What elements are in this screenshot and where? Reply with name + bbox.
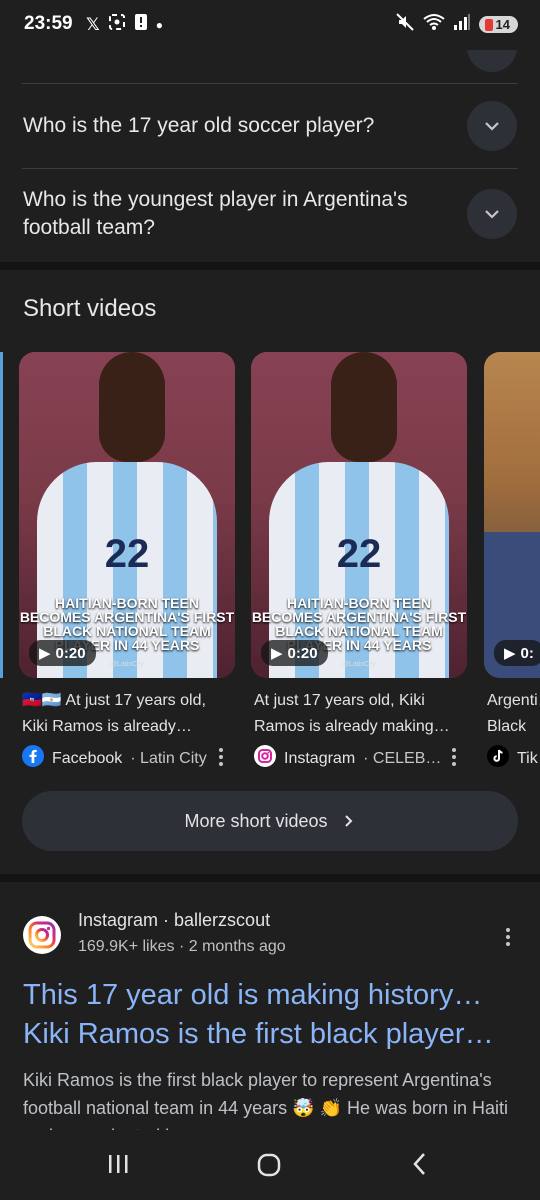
faq-item[interactable]: Who is the 17 year old soccer player? <box>0 84 540 168</box>
chevron-down-icon <box>485 122 499 131</box>
facebook-icon <box>22 745 44 772</box>
video-thumbnail[interactable]: 22 HAITIAN-BORN TEEN BECOMES ARGENTINA'S… <box>19 352 235 678</box>
faq-item[interactable]: Who is the youngest player in Argentina'… <box>0 169 540 259</box>
home-icon <box>257 1153 281 1177</box>
expand-button[interactable] <box>467 189 517 239</box>
battery-level: 14 <box>495 17 510 32</box>
more-options-icon[interactable] <box>505 928 511 946</box>
source-name: Facebook <box>52 749 123 767</box>
duration: 0: <box>520 644 534 662</box>
play-icon: ▶ <box>504 645 516 662</box>
tiktok-icon <box>487 745 509 772</box>
faq-question: Who is the 17 year old soccer player? <box>23 114 375 137</box>
battery-icon: 14 <box>478 16 518 33</box>
video-title[interactable]: At just 17 years old, Kiki Ramos is alre… <box>254 688 464 742</box>
result-source[interactable]: Instagram · ballerzscout <box>78 910 270 931</box>
source-account: · Latin City <box>130 749 207 767</box>
instagram-icon <box>23 916 61 954</box>
x-icon: 𝕏 <box>86 14 100 34</box>
mute-icon <box>395 12 415 37</box>
section-separator <box>0 262 540 270</box>
alert-icon <box>134 13 148 36</box>
duration-badge: ▶ 0:20 <box>261 640 328 666</box>
video-thumbnail[interactable]: 22 HAITIAN-BORN TEEN BECOMES ARGENTINA'S… <box>251 352 467 678</box>
expand-button[interactable] <box>467 101 517 151</box>
home-button[interactable] <box>256 1152 282 1183</box>
source-name: Tik <box>517 749 538 767</box>
more-button-label: More short videos <box>184 810 328 831</box>
recent-apps-button[interactable] <box>106 1152 130 1181</box>
duration: 0:20 <box>55 644 86 662</box>
status-bar: 23:59 𝕏 ● 14 <box>0 0 540 50</box>
video-thumbnail[interactable]: ▶ 0: <box>484 352 540 678</box>
chevron-right-icon <box>344 815 352 827</box>
signal-icon <box>453 13 471 36</box>
section-separator <box>0 874 540 882</box>
duration-badge: ▶ 0: <box>494 640 540 666</box>
screenshot-icon <box>108 13 126 36</box>
source-account: · CELEB… <box>363 749 442 767</box>
result-title-link[interactable]: This 17 year old is making history… Kiki… <box>23 976 523 1054</box>
back-button[interactable] <box>408 1152 432 1181</box>
more-options-icon[interactable] <box>451 748 457 766</box>
play-icon: ▶ <box>271 645 283 662</box>
jersey-number: 22 <box>104 532 150 576</box>
section-title: Short videos <box>23 295 157 322</box>
video-source: Instagram · CELEB… <box>254 745 441 772</box>
chevron-down-icon <box>485 210 499 219</box>
previous-card-edge[interactable] <box>0 352 3 678</box>
back-icon <box>413 1153 425 1175</box>
duration: 0:20 <box>287 644 318 662</box>
recent-apps-icon <box>109 1155 128 1173</box>
video-title[interactable]: Argenti… Black p… <box>487 688 540 742</box>
instagram-icon <box>254 745 276 772</box>
video-title[interactable]: 🇭🇹🇦🇷 At just 17 years old, Kiki Ramos is… <box>22 688 232 742</box>
navigation-bar <box>0 1130 540 1200</box>
jersey-number: 22 <box>336 532 382 576</box>
more-short-videos-button[interactable]: More short videos <box>22 791 518 851</box>
duration-badge: ▶ 0:20 <box>29 640 96 666</box>
video-source: Facebook · Latin City <box>22 745 207 772</box>
faq-question: Who is the youngest player in Argentina'… <box>23 188 408 239</box>
source-name: Instagram <box>284 749 356 767</box>
status-time: 23:59 <box>24 13 73 34</box>
wifi-icon <box>422 13 445 36</box>
result-snippet: Kiki Ramos is the first black player to … <box>23 1070 509 1132</box>
dot-icon: ● <box>155 17 163 32</box>
play-icon: ▶ <box>39 645 51 662</box>
more-options-icon[interactable] <box>218 748 224 766</box>
video-source: Tik <box>487 745 538 772</box>
result-meta: 169.9K+ likes · 2 months ago <box>78 938 286 955</box>
